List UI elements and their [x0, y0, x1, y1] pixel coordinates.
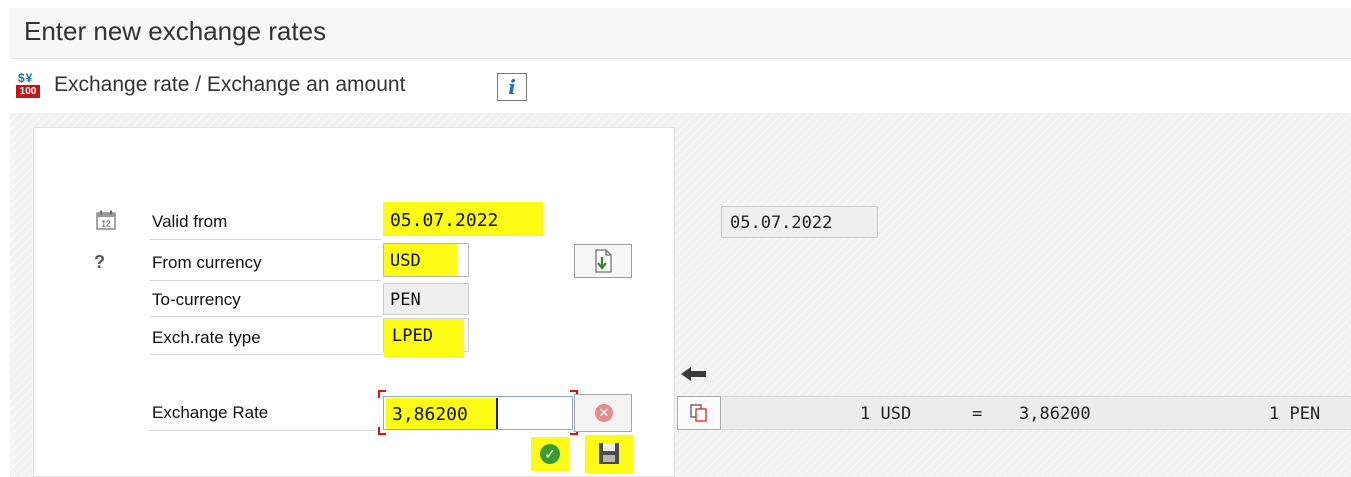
result-equals-sign: = [972, 404, 983, 424]
conversion-result-line: 1 USD = 3,86200 1 PEN [722, 396, 1351, 430]
result-to-amount: 1 PEN [1269, 404, 1321, 424]
label-underline [150, 354, 381, 355]
valid-from-input[interactable]: 05.07.2022 [383, 202, 543, 236]
label-underline [150, 316, 381, 317]
exchange-amount-link[interactable]: Exchange rate / Exchange an amount [54, 73, 405, 97]
application-toolbar: $¥ 100 Exchange rate / Exchange an amoun… [10, 60, 1351, 112]
valid-from-label: Valid from [152, 212, 228, 231]
svg-text:12: 12 [102, 220, 111, 229]
to-currency-field: PEN [383, 283, 469, 315]
label-underline [150, 280, 381, 281]
save-icon [599, 443, 619, 464]
save-button[interactable] [585, 435, 633, 473]
title-bar: Enter new exchange rates [10, 8, 1351, 59]
exchange-rate-value: 3,86200 [386, 398, 498, 429]
from-currency-label: From currency [152, 253, 262, 272]
to-currency-label: To-currency [152, 290, 241, 309]
money-icon-amount-glyph: 100 [16, 85, 40, 98]
arrow-left-icon [681, 367, 706, 381]
rate-type-value: LPED [384, 319, 464, 357]
cancel-icon: ✕ [595, 404, 613, 422]
exchange-rate-input[interactable]: 3,86200 [383, 396, 573, 430]
exchange-rate-label: Exchange Rate [152, 403, 269, 422]
result-rate: 3,86200 [1019, 404, 1091, 424]
swap-currency-icon [595, 249, 612, 273]
money-icon-currency-glyph: $¥ [18, 71, 34, 85]
from-currency-input[interactable]: USD [383, 243, 469, 277]
label-underline [150, 430, 376, 431]
calendar-icon[interactable]: 12 [96, 210, 116, 230]
label-underline [150, 239, 381, 240]
swap-currency-button[interactable] [574, 244, 632, 278]
rate-type-input[interactable]: LPED [383, 318, 469, 357]
page-title: Enter new exchange rates [24, 16, 327, 46]
info-button[interactable]: i [497, 73, 527, 101]
focus-bracket [378, 390, 386, 398]
from-currency-value: USD [384, 244, 457, 276]
help-icon[interactable]: ? [94, 252, 105, 273]
cancel-button[interactable]: ✕ [574, 394, 632, 432]
result-date-display: 05.07.2022 [721, 206, 878, 238]
focus-bracket [378, 427, 386, 435]
confirm-button[interactable]: ✓ [531, 437, 569, 471]
copy-button[interactable] [677, 396, 721, 430]
result-from-amount: 1 USD [860, 404, 912, 424]
money-exchange-icon[interactable]: $¥ 100 [16, 71, 40, 98]
info-icon: i [508, 75, 516, 99]
rate-type-label: Exch.rate type [152, 328, 261, 347]
copy-icon [690, 404, 707, 422]
ok-check-icon: ✓ [540, 444, 560, 464]
